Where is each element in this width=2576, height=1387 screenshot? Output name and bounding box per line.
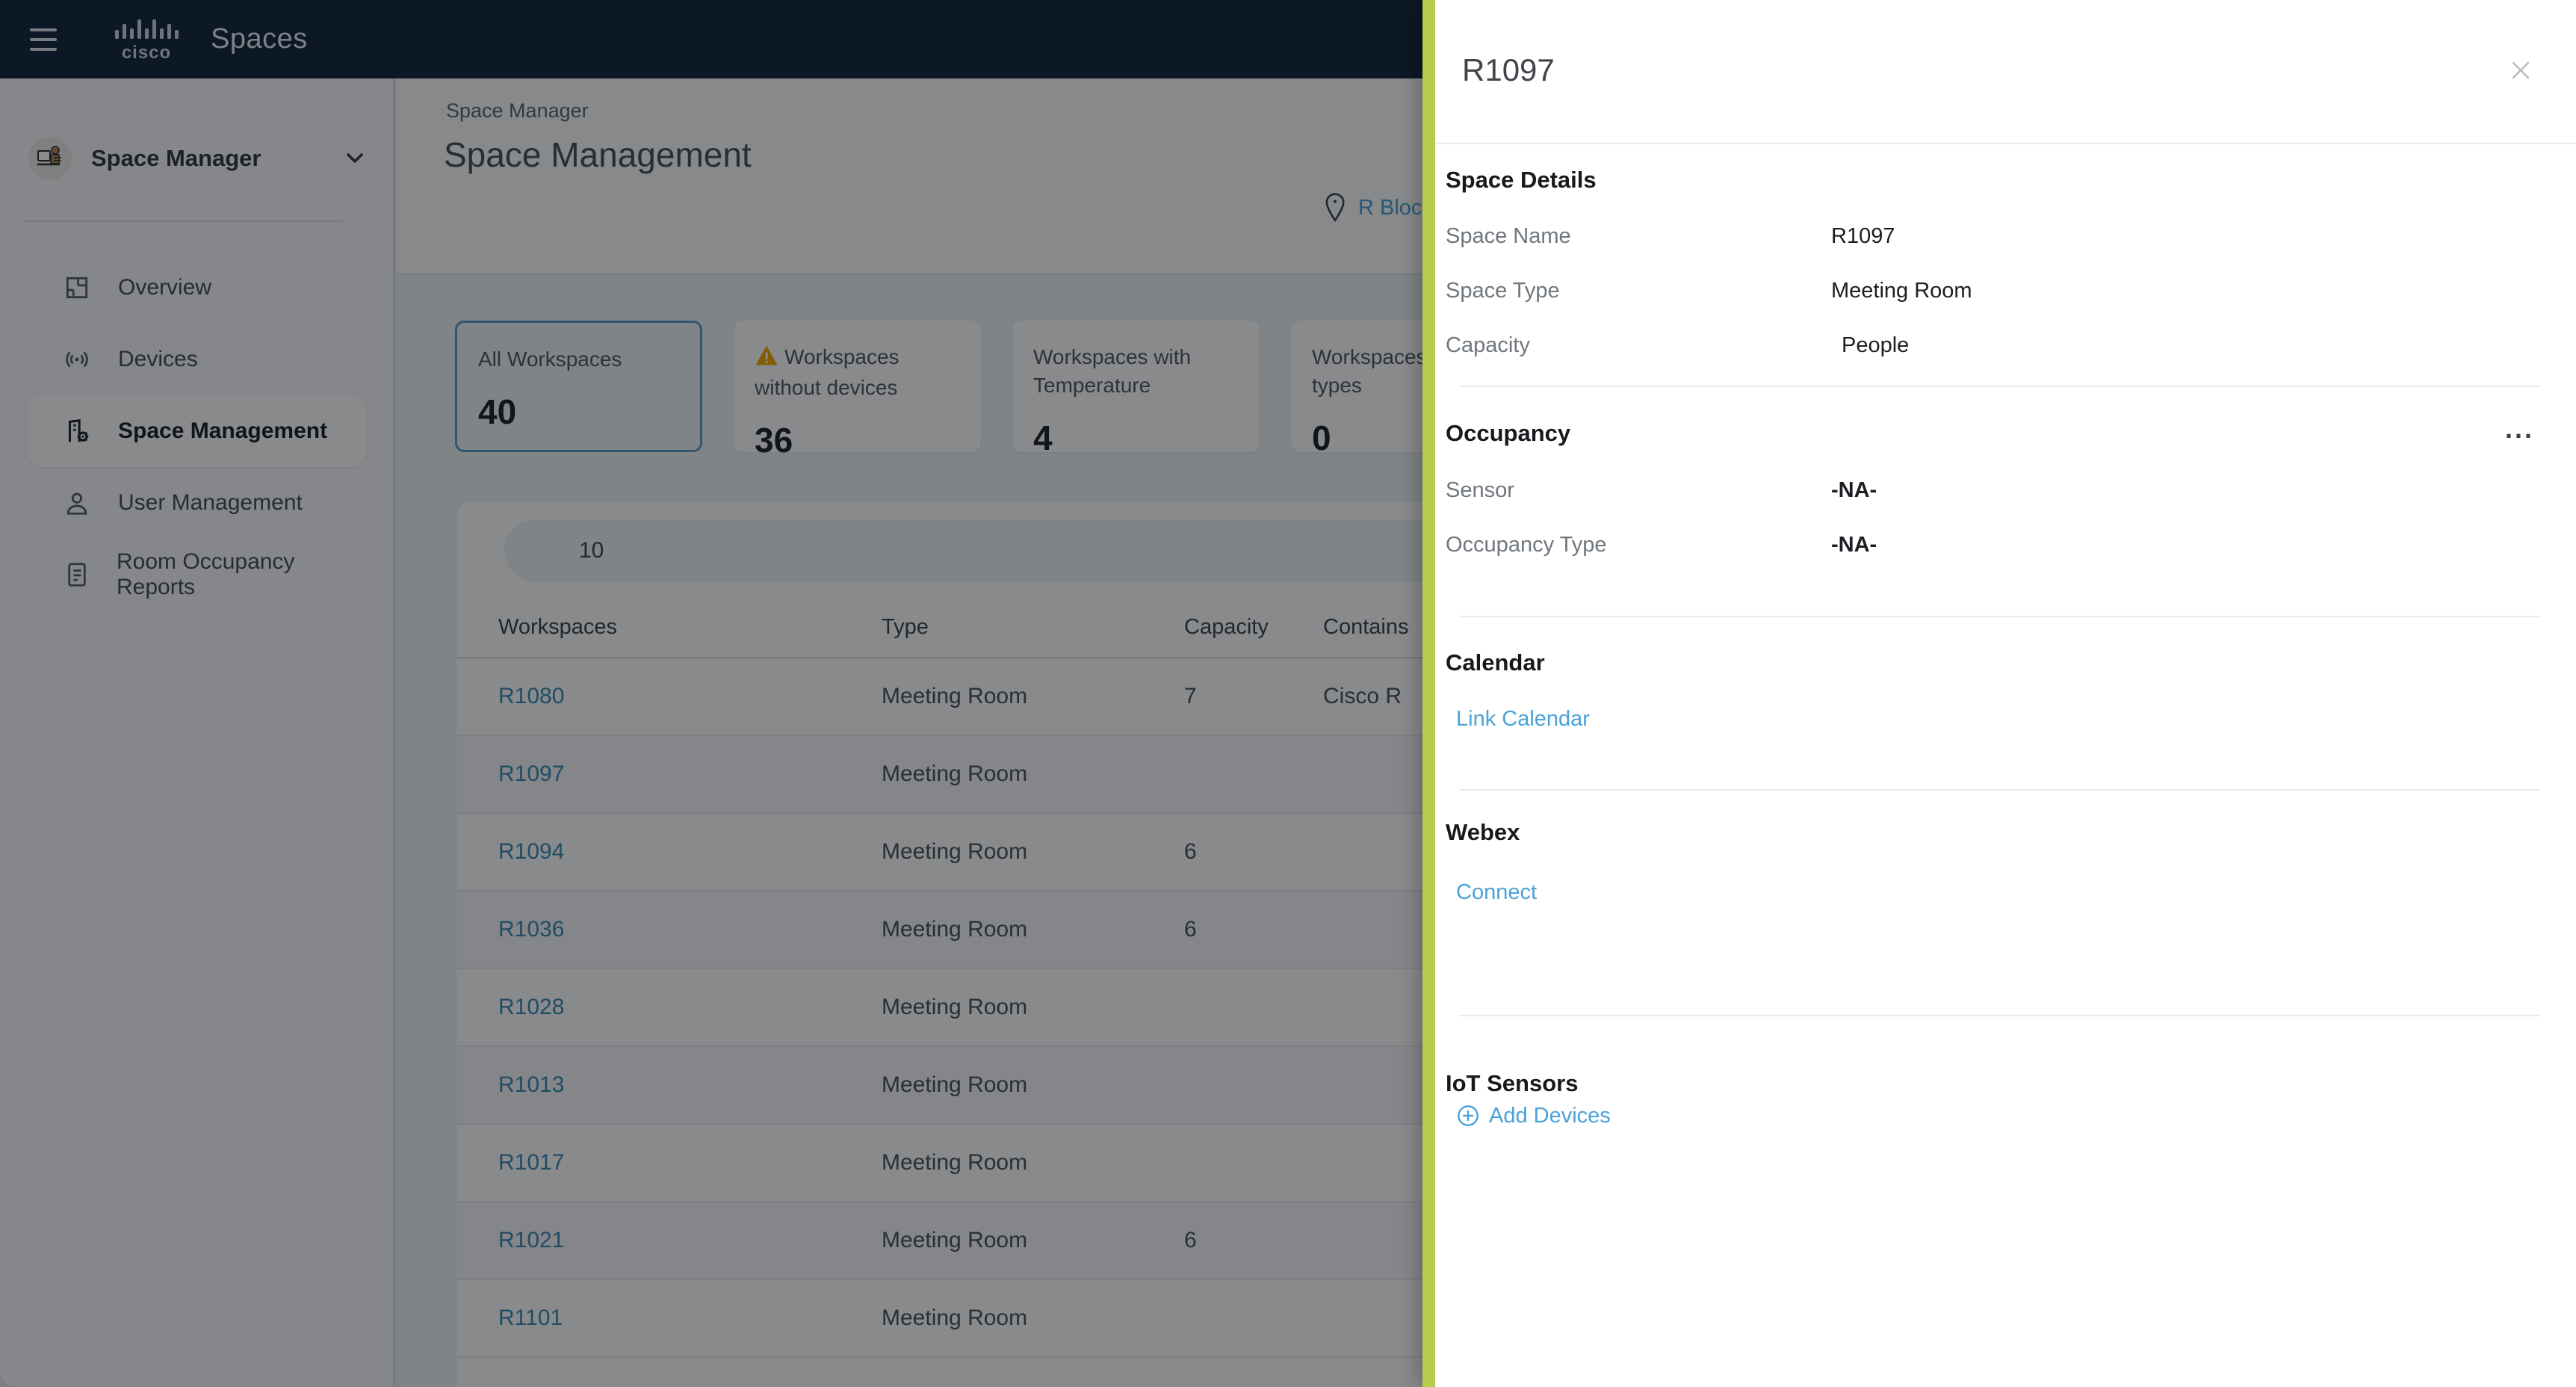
field-label: Sensor [1446, 478, 1514, 502]
add-devices-link[interactable]: Add Devices [1456, 1104, 1611, 1128]
section-divider [1459, 1015, 2540, 1016]
iot-sensors-heading: IoT Sensors [1446, 1070, 1579, 1096]
drawer-title: R1097 [1462, 52, 1555, 87]
field-row: Sensor -NA- [1446, 479, 2540, 501]
field-row: Space Type Meeting Room [1446, 279, 2540, 302]
close-icon[interactable] [2504, 54, 2537, 87]
drawer-header: R1097 [1435, 0, 2576, 144]
add-devices-label: Add Devices [1489, 1104, 1611, 1128]
field-value: -NA- [1831, 478, 1877, 502]
field-row: Occupancy Type -NA- [1446, 534, 2540, 556]
occupancy-heading: Occupancy ... [1446, 416, 2540, 447]
field-value: -NA- [1831, 533, 1877, 557]
section-divider [1459, 616, 2540, 617]
field-value: Meeting Room [1831, 279, 1972, 303]
field-row: Capacity People [1446, 334, 2540, 356]
link-calendar-link[interactable]: Link Calendar [1456, 708, 1590, 730]
field-label: Space Name [1446, 224, 1571, 248]
field-value: People [1842, 333, 1910, 357]
field-value: R1097 [1831, 224, 1895, 248]
field-label: Capacity [1446, 333, 1530, 357]
space-details-heading: Space Details [1446, 167, 1597, 193]
occupancy-heading-text: Occupancy [1446, 420, 1571, 446]
space-details-drawer: R1097 Space Details Space Name R1097 Spa… [1422, 0, 2576, 1387]
drawer-body: Space Details Space Name R1097 Space Typ… [1435, 167, 2576, 1131]
ellipsis-menu-icon[interactable]: ... [2505, 416, 2534, 442]
calendar-heading: Calendar [1446, 649, 1545, 676]
section-divider [1459, 789, 2540, 791]
field-row: Space Name R1097 [1446, 225, 2540, 247]
field-label: Space Type [1446, 279, 1560, 303]
webex-heading: Webex [1446, 819, 1520, 845]
webex-connect-link[interactable]: Connect [1456, 881, 1537, 903]
field-label: Occupancy Type [1446, 533, 1607, 557]
section-divider [1459, 386, 2540, 387]
plus-circle-icon [1458, 1105, 1479, 1126]
